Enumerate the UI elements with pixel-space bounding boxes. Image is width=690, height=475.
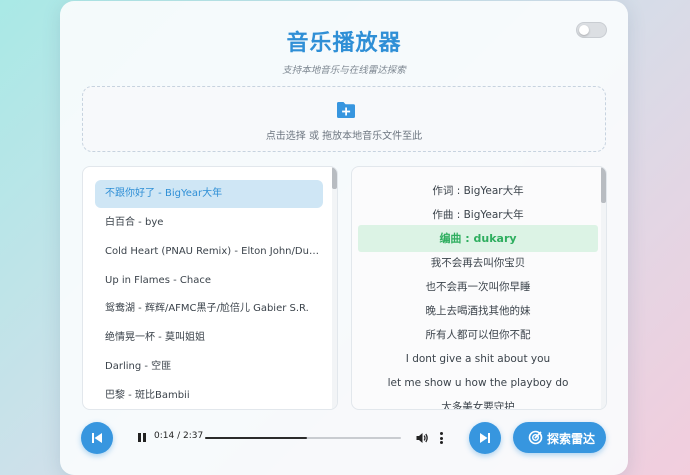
lyric-line: 也不会再一次叫你早睡: [425, 281, 531, 293]
lyric-line: 我不会再去叫你宝贝: [430, 257, 526, 269]
seek-progress: [205, 437, 307, 439]
playlist-item-active[interactable]: 不跟你好了 - BigYear大年: [95, 180, 323, 208]
playlist-item[interactable]: 绝情晃一杯 - 莫叫姐姐: [95, 324, 323, 352]
explore-radar-label: 探索雷达: [547, 432, 596, 446]
lyrics-scroll-thumb[interactable]: [601, 167, 606, 203]
explore-radar-button[interactable]: 探索雷达: [513, 422, 606, 453]
playlist-scroll-thumb[interactable]: [332, 167, 337, 189]
lyrics-panel: 作词 : BigYear大年 作曲 : BigYear大年 编曲 : dukar…: [351, 166, 607, 410]
lyric-line: 太多美女要守护: [441, 401, 515, 410]
lyrics-scrollbar[interactable]: [601, 167, 606, 409]
playlist-item[interactable]: 巴黎 - 斑比Bambii: [95, 382, 323, 409]
pause-icon: [138, 433, 141, 442]
lyric-line-active: 编曲 : dukary: [358, 225, 598, 252]
time-display: 0:14 / 2:37: [154, 431, 203, 441]
playlist-panel: 不跟你好了 - BigYear大年 白百合 - bye Cold Heart (…: [82, 166, 338, 410]
playlist-item[interactable]: 鸳鸯湖 - 辉辉/AFMC黑子/尬倍儿 Gabier S.R.: [95, 295, 323, 323]
volume-icon[interactable]: [415, 431, 429, 445]
playlist-item[interactable]: Cold Heart (PNAU Remix) - Elton John/Dua…: [95, 238, 323, 266]
lyric-line: 作曲 : BigYear大年: [432, 209, 524, 221]
playlist-item[interactable]: Up in Flames - Chace: [95, 267, 323, 295]
lyric-line: let me show u how the playboy do: [387, 377, 569, 389]
pause-button[interactable]: [137, 433, 147, 443]
audio-player: 0:14 / 2:37: [129, 426, 403, 450]
lyric-line: I dont give a shit about you: [405, 353, 551, 365]
seek-bar[interactable]: [205, 437, 401, 439]
previous-button[interactable]: [81, 422, 113, 454]
upload-dropzone[interactable]: 点击选择 或 拖放本地音乐文件至此: [82, 86, 606, 152]
app-title: 音乐播放器: [286, 31, 402, 56]
lyric-line: 晚上去喝酒找其他的妹: [425, 305, 531, 317]
skip-previous-icon: [92, 433, 102, 443]
time-separator: /: [174, 431, 183, 441]
next-button[interactable]: [469, 422, 501, 454]
playlist-item[interactable]: Darling - 空匪: [95, 353, 323, 381]
lyric-line: 所有人都可以但你不配: [425, 329, 531, 341]
more-options-icon[interactable]: [440, 431, 444, 445]
playlist-item[interactable]: 白百合 - bye: [95, 209, 323, 237]
app-subtitle: 支持本地音乐与在线雷达探索: [282, 65, 406, 76]
folder-plus-icon: [337, 102, 355, 118]
playlist-scrollbar[interactable]: [332, 167, 337, 409]
current-time: 0:14: [154, 431, 175, 441]
skip-next-icon: [480, 433, 490, 443]
duration: 2:37: [182, 431, 204, 441]
lyric-line: 作词 : BigYear大年: [432, 185, 524, 197]
radar-icon: [528, 430, 543, 445]
player-card: 音乐播放器 支持本地音乐与在线雷达探索 点击选择 或 拖放本地音乐文件至此 不跟…: [60, 1, 628, 475]
upload-hint: 点击选择 或 拖放本地音乐文件至此: [265, 131, 423, 142]
